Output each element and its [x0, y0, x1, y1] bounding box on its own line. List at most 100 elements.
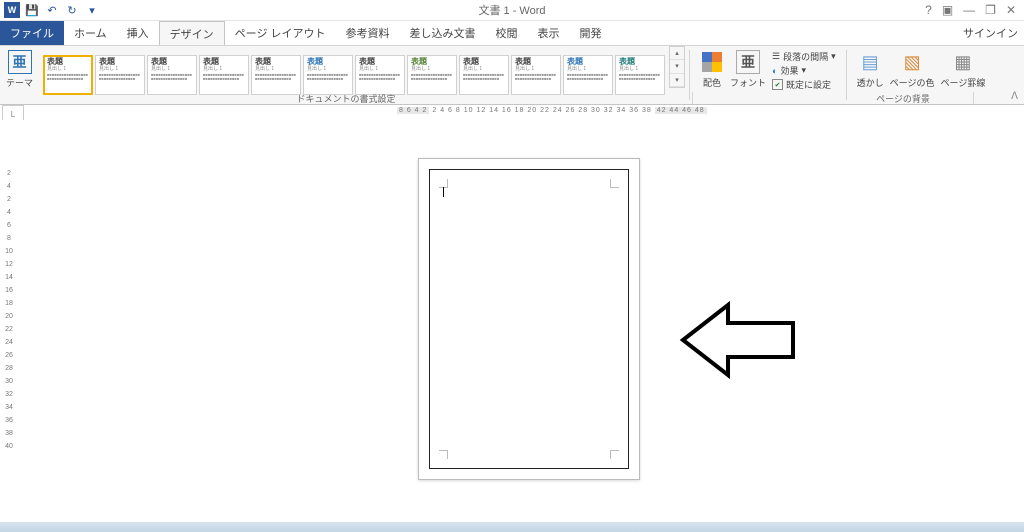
page-color-label: ページの色 — [890, 76, 935, 89]
v-ruler-tick: 36 — [5, 417, 13, 424]
gallery-expand-icon[interactable]: ▾ — [670, 74, 684, 87]
text-cursor — [443, 187, 444, 197]
v-ruler-tick: 8 — [7, 235, 11, 242]
collapse-ribbon-icon[interactable]: ᐱ — [1011, 91, 1018, 102]
save-icon[interactable]: 💾 — [24, 2, 40, 18]
v-ruler-tick: 40 — [5, 443, 13, 450]
v-ruler-tick: 18 — [5, 300, 13, 307]
window-title: 文書 1 - Word — [478, 2, 545, 18]
style-thumb[interactable]: 表題見出し 1■■■■■■■■■■■■■■■■■■■■■■■■■■■■■■■■ — [511, 55, 561, 95]
ruler-right-margin: 42 44 46 48 — [655, 107, 707, 114]
undo-icon[interactable]: ↶ — [44, 2, 60, 18]
style-thumb[interactable]: 表題見出し 1■■■■■■■■■■■■■■■■■■■■■■■■■■■■■■■■ — [303, 55, 353, 95]
themes-icon: 亜 — [8, 50, 32, 74]
document-workspace: 24246810121416182022242628303234363840 — [0, 120, 1024, 522]
v-ruler-tick: 30 — [5, 378, 13, 385]
style-thumb[interactable]: 表題見出し 1■■■■■■■■■■■■■■■■■■■■■■■■■■■■■■■■ — [43, 55, 93, 95]
style-thumb[interactable]: 表題見出し 1■■■■■■■■■■■■■■■■■■■■■■■■■■■■■■■■ — [563, 55, 613, 95]
tab-references[interactable]: 参考資料 — [336, 21, 400, 45]
watermark-button[interactable]: ▤ 透かし — [857, 50, 884, 89]
colors-button[interactable]: 配色 — [700, 50, 724, 89]
gallery-more-button[interactable]: ▴ ▾ ▾ — [669, 46, 685, 88]
tab-page-layout[interactable]: ページ レイアウト — [225, 21, 336, 45]
v-ruler-tick: 2 — [7, 170, 11, 177]
fonts-label: フォント — [730, 76, 766, 89]
watermark-icon: ▤ — [858, 50, 882, 74]
v-ruler-tick: 32 — [5, 391, 13, 398]
page-borders-button[interactable]: ▦ ページ罫線 — [941, 50, 986, 89]
set-default-button[interactable]: ✔既定に設定 — [772, 78, 836, 91]
page-border-shape — [429, 169, 629, 469]
style-thumb[interactable]: 表題見出し 1■■■■■■■■■■■■■■■■■■■■■■■■■■■■■■■■ — [95, 55, 145, 95]
tab-insert[interactable]: 挿入 — [117, 21, 159, 45]
word-app-icon: W — [4, 2, 20, 18]
help-icon[interactable]: ? — [925, 3, 932, 17]
style-thumb[interactable]: 表題見出し 1■■■■■■■■■■■■■■■■■■■■■■■■■■■■■■■■ — [615, 55, 665, 95]
minimize-icon[interactable]: — — [963, 3, 975, 17]
effects-label: 効果 — [780, 64, 798, 77]
document-canvas[interactable] — [18, 120, 1024, 522]
margin-mark-tr — [610, 179, 619, 188]
group-label-background: ページの背景 — [833, 92, 974, 104]
status-bar — [0, 522, 1024, 532]
style-thumb[interactable]: 表題見出し 1■■■■■■■■■■■■■■■■■■■■■■■■■■■■■■■■ — [355, 55, 405, 95]
v-ruler-tick: 12 — [5, 261, 13, 268]
tab-view[interactable]: 表示 — [528, 21, 570, 45]
style-thumb[interactable]: 表題見出し 1■■■■■■■■■■■■■■■■■■■■■■■■■■■■■■■■ — [199, 55, 249, 95]
margin-mark-bl — [439, 450, 448, 459]
style-thumb[interactable]: 表題見出し 1■■■■■■■■■■■■■■■■■■■■■■■■■■■■■■■■ — [407, 55, 457, 95]
quick-access-toolbar: W 💾 ↶ ↻ ▾ — [0, 2, 104, 18]
formatting-options: ☰段落の間隔 ▾ ◐効果 ▾ ✔既定に設定 — [772, 50, 836, 91]
qat-customize-icon[interactable]: ▾ — [84, 2, 100, 18]
gallery-row-up-icon[interactable]: ▴ — [670, 47, 684, 60]
fonts-button[interactable]: 亜 フォント — [730, 50, 766, 89]
fonts-icon: 亜 — [736, 50, 760, 74]
paragraph-spacing-button[interactable]: ☰段落の間隔 ▾ — [772, 50, 836, 63]
page[interactable] — [418, 158, 640, 480]
v-ruler-tick: 24 — [5, 339, 13, 346]
page-color-icon: ▧ — [900, 50, 924, 74]
tab-design[interactable]: デザイン — [159, 21, 225, 45]
v-ruler-tick: 16 — [5, 287, 13, 294]
effects-button[interactable]: ◐効果 ▾ — [772, 64, 836, 77]
arrow-left-icon — [678, 295, 798, 385]
paragraph-spacing-icon: ☰ — [772, 51, 780, 62]
page-borders-label: ページ罫線 — [941, 76, 986, 89]
sign-in-link[interactable]: サインイン — [963, 25, 1018, 41]
style-thumb[interactable]: 表題見出し 1■■■■■■■■■■■■■■■■■■■■■■■■■■■■■■■■ — [147, 55, 197, 95]
group-label-format: ドキュメントの書式設定 — [0, 92, 693, 104]
restore-icon[interactable]: ❐ — [985, 3, 996, 17]
style-thumb[interactable]: 表題見出し 1■■■■■■■■■■■■■■■■■■■■■■■■■■■■■■■■ — [251, 55, 301, 95]
tab-file[interactable]: ファイル — [0, 21, 64, 45]
tab-review[interactable]: 校閲 — [486, 21, 528, 45]
ribbon-group-labels: ドキュメントの書式設定 ページの背景 — [0, 92, 974, 104]
ruler-body: 2 4 6 8 10 12 14 16 18 20 22 24 26 28 30… — [432, 107, 651, 114]
ribbon: 亜 テーマ 表題見出し 1■■■■■■■■■■■■■■■■■■■■■■■■■■■… — [0, 45, 1024, 105]
colors-icon — [702, 52, 722, 72]
ribbon-tabs: ファイル ホーム 挿入 デザイン ページ レイアウト 参考資料 差し込み文書 校… — [0, 21, 1024, 45]
tab-home[interactable]: ホーム — [64, 21, 117, 45]
set-default-label: 既定に設定 — [786, 78, 831, 91]
v-ruler-tick: 4 — [7, 209, 11, 216]
v-ruler-tick: 28 — [5, 365, 13, 372]
themes-label: テーマ — [6, 76, 33, 89]
page-color-button[interactable]: ▧ ページの色 — [890, 50, 935, 89]
vertical-ruler[interactable]: 24246810121416182022242628303234363840 — [0, 120, 18, 522]
ruler-left-margin: 8 6 4 2 — [397, 107, 429, 114]
tab-mailings[interactable]: 差し込み文書 — [400, 21, 486, 45]
colors-label: 配色 — [703, 76, 721, 89]
horizontal-ruler[interactable]: 8 6 4 2 2 4 6 8 10 12 14 16 18 20 22 24 … — [397, 107, 637, 114]
style-thumb[interactable]: 表題見出し 1■■■■■■■■■■■■■■■■■■■■■■■■■■■■■■■■ — [459, 55, 509, 95]
gallery-row-down-icon[interactable]: ▾ — [670, 60, 684, 73]
window-controls: ? ▣ — ❐ ✕ — [925, 3, 1024, 17]
page-borders-icon: ▦ — [951, 50, 975, 74]
tab-developer[interactable]: 開発 — [570, 21, 612, 45]
close-icon[interactable]: ✕ — [1006, 3, 1016, 17]
v-ruler-tick: 4 — [7, 183, 11, 190]
v-ruler-tick: 10 — [5, 248, 13, 255]
redo-icon[interactable]: ↻ — [64, 2, 80, 18]
paragraph-spacing-label: 段落の間隔 — [783, 50, 828, 63]
v-ruler-tick: 20 — [5, 313, 13, 320]
v-ruler-tick: 22 — [5, 326, 13, 333]
ribbon-options-icon[interactable]: ▣ — [942, 3, 953, 17]
